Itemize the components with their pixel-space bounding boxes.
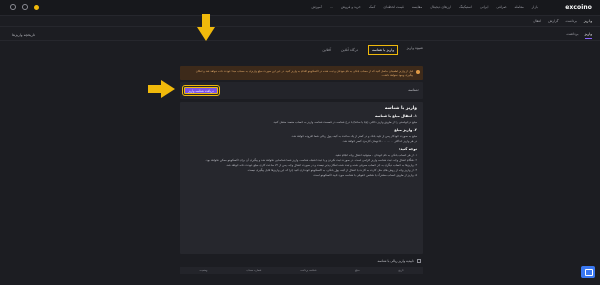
top-bar: excoino بازار معامله صرافی ایرانی استیکی… — [0, 0, 600, 16]
tab-withdraw[interactable]: برداشت — [566, 32, 578, 39]
settings-icon[interactable] — [22, 4, 28, 10]
warning-box: قبل از واریز اطمینان حاصل کنید که از حسا… — [180, 66, 423, 80]
topnav-item[interactable]: صرافی — [496, 5, 506, 9]
confirm-row: تاییدیه واریز ریالی با شناسه — [377, 259, 421, 263]
topnav-item[interactable]: مقایسه — [412, 5, 422, 9]
subnav-report[interactable]: گزارش — [548, 19, 558, 23]
top-icons — [10, 4, 39, 10]
confirm-label: تاییدیه واریز ریالی با شناسه — [377, 259, 414, 263]
topnav-item[interactable]: آموزش — [311, 5, 321, 9]
topnav-item[interactable]: کمک — [369, 5, 376, 9]
subnav-deposit[interactable]: وا ریز — [584, 19, 592, 23]
deposits-table-header: تاریخ مبلغ شناسه پرداخت شماره حساب وضعیت — [180, 267, 423, 274]
arrow-right-icon — [148, 80, 175, 98]
warning-icon — [416, 70, 420, 74]
step2-title: ۲. واریز مبلغ — [394, 128, 417, 132]
topnav-item[interactable]: خرید و فروش — [341, 5, 361, 9]
table-header-cell: وضعیت — [199, 269, 208, 272]
identifier-label: شناسه: — [408, 88, 419, 92]
table-header-cell: مبلغ — [355, 269, 360, 272]
warning-text: قبل از واریز اطمینان حاصل کنید که از حسا… — [195, 69, 413, 77]
topnav-item[interactable]: ... — [330, 5, 333, 9]
table-header-cell: شماره حساب — [246, 269, 262, 272]
method-tabs: واریز با شناسه درگاه آنلاین آفلاین — [178, 44, 423, 56]
subnav-transfer[interactable]: انتقال — [533, 19, 541, 23]
sub-navigation: وا ریز برداشت گزارش انتقال — [533, 19, 592, 23]
confirm-checkbox[interactable] — [417, 259, 421, 263]
method-tab-identifier[interactable]: واریز با شناسه — [368, 45, 398, 55]
guide-section: واریز با شناسه ۱. انتقال مبلغ با شناسه م… — [180, 102, 423, 254]
topnav-item[interactable]: بازار — [532, 5, 538, 9]
topnav-item[interactable]: ایرانی — [480, 5, 488, 9]
step1-text: مبلغ درخواستی را از طریق واریز داخلی (پا… — [272, 120, 417, 124]
method-tab-offline[interactable]: آفلاین — [322, 48, 331, 52]
excoino-logo[interactable]: excoino — [565, 4, 592, 11]
notes-title: توجه کنید: — [398, 147, 417, 151]
user-icon[interactable] — [10, 4, 16, 10]
topnav-item[interactable]: معامله — [515, 5, 524, 9]
table-header-cell: شناسه پرداخت — [300, 269, 317, 272]
topnav-item[interactable]: قیمت لحظه‌ای — [383, 5, 403, 9]
deposit-history-link[interactable]: تاریخچه واریزها — [12, 33, 35, 37]
top-navigation: بازار معامله صرافی ایرانی استیکینگ ارزها… — [311, 5, 538, 9]
notification-icon[interactable] — [34, 4, 39, 10]
topnav-item[interactable]: استیکینگ — [459, 5, 472, 9]
arrow-down-icon — [197, 14, 215, 41]
tab-deposit[interactable]: واریز — [584, 32, 592, 39]
tabs-divider — [0, 40, 600, 41]
table-header-cell: تاریخ — [398, 269, 404, 272]
identifier-box: شناسه: دریافت شناسه واریز — [180, 82, 423, 99]
subnav-withdraw[interactable]: برداشت — [565, 19, 576, 23]
note-item: ۵. واریز از طریق حساب مشترک یا شخص حقوقی… — [312, 173, 417, 177]
method-tab-gateway[interactable]: درگاه آنلاین — [341, 48, 358, 52]
page-tabs: واریز برداشت — [566, 32, 592, 39]
guide-title: واریز با شناسه — [384, 106, 417, 111]
chat-support-icon[interactable] — [581, 266, 595, 278]
deposit-panel: شیوه واریز واریز با شناسه درگاه آنلاین آ… — [178, 44, 423, 274]
create-identifier-button[interactable]: دریافت شناسه واریز — [181, 84, 221, 97]
step2-note: در هر واریز حداکثر ۵۰.۰۰۰.۰۰۰ تومان کارم… — [342, 139, 417, 143]
topnav-item[interactable]: ارزهای دیجیتال — [430, 5, 451, 9]
step1-title: ۱. انتقال مبلغ با شناسه — [374, 114, 417, 118]
sub-bar: وا ریز برداشت گزارش انتقال — [0, 16, 600, 27]
